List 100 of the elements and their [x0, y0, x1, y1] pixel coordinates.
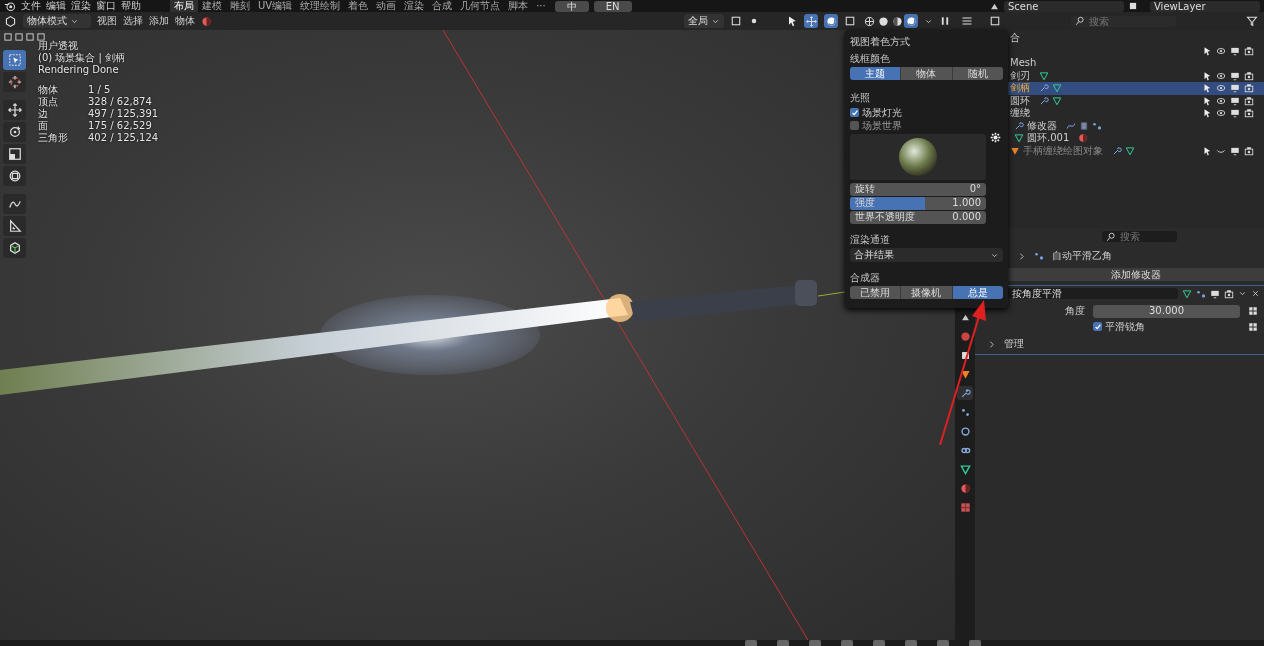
camera-icon[interactable]: [1244, 83, 1254, 94]
expand-icon[interactable]: [987, 339, 996, 349]
camera-icon[interactable]: [1244, 70, 1254, 81]
mode-dropdown[interactable]: 物体模式: [23, 14, 91, 28]
hdri-preview[interactable]: [850, 134, 986, 180]
nodes-icon[interactable]: [1092, 120, 1102, 131]
editor-type-icon[interactable]: [4, 14, 17, 28]
outliner-row[interactable]: 圆环.001: [955, 132, 1264, 145]
camera-icon[interactable]: [1244, 95, 1254, 106]
select-arrow-icon[interactable]: [1202, 145, 1212, 156]
shading-mode-button[interactable]: [890, 14, 904, 28]
workspace-tab[interactable]: 雕刻: [226, 0, 254, 12]
monitor-icon[interactable]: [1210, 288, 1220, 299]
eye-icon[interactable]: [1216, 95, 1226, 106]
menu-item[interactable]: 帮助: [121, 0, 141, 12]
overlay-toggle[interactable]: [824, 14, 838, 28]
monitor-icon[interactable]: [1230, 95, 1240, 106]
material-icon[interactable]: [1078, 133, 1089, 144]
logo-icon[interactable]: [4, 0, 16, 12]
settings-icon[interactable]: [990, 132, 1001, 143]
mesh-icon[interactable]: [1125, 145, 1135, 156]
workspace-tab[interactable]: 几何节点: [456, 0, 505, 12]
search-field[interactable]: 搜索: [1102, 231, 1177, 242]
eye-icon[interactable]: [1216, 45, 1226, 56]
outliner-row[interactable]: 圆环: [955, 94, 1264, 107]
option-button[interactable]: 物体: [901, 67, 953, 80]
outliner-row[interactable]: 手柄缠绕绘图对象: [955, 144, 1264, 157]
transform-tool-button[interactable]: [3, 166, 26, 186]
camera-icon[interactable]: [1224, 288, 1234, 299]
modifier-tab[interactable]: [957, 386, 973, 400]
monitor-icon[interactable]: [1230, 70, 1240, 81]
modifier-name-field[interactable]: 按角度平滑: [1008, 288, 1178, 299]
workspace-tab[interactable]: UV编辑: [254, 0, 297, 12]
menu-item[interactable]: 渲染: [71, 0, 91, 12]
scale-tool-button[interactable]: [3, 144, 26, 164]
subpanel-header[interactable]: 管理: [1004, 338, 1024, 350]
checkbox[interactable]: [1093, 322, 1102, 331]
checkbox-label[interactable]: 场景世界: [862, 119, 902, 132]
caret-icon[interactable]: [1238, 289, 1247, 298]
workspace-tab[interactable]: ···: [532, 0, 550, 12]
keyframe-icon[interactable]: [1248, 321, 1258, 332]
checkbox-label[interactable]: 平滑锐角: [1105, 320, 1145, 333]
measure-tool-button[interactable]: [3, 216, 26, 236]
expand-icon[interactable]: [1017, 251, 1026, 261]
workspace-tab[interactable]: 脚本: [504, 0, 533, 12]
menu-item[interactable]: 编辑: [46, 0, 66, 12]
add-modifier-button[interactable]: 添加修改器: [1008, 268, 1264, 281]
option-button[interactable]: 总是: [952, 286, 1003, 299]
view-layer-field[interactable]: ViewLayer: [1150, 0, 1260, 12]
menu-item[interactable]: 窗口: [96, 0, 116, 12]
modifier-icon[interactable]: [1112, 145, 1122, 156]
workspace-tab[interactable]: 动画: [372, 0, 401, 12]
pause-icon[interactable]: [939, 15, 951, 27]
eye-icon[interactable]: [1216, 108, 1226, 119]
workspace-tab[interactable]: 纹理绘制: [296, 0, 345, 12]
gizmo-toggle[interactable]: [804, 14, 818, 28]
add-tool-button[interactable]: [3, 238, 26, 258]
camera-icon[interactable]: [1244, 108, 1254, 119]
workspace-tab[interactable]: 着色: [344, 0, 373, 12]
checkbox-label[interactable]: 场景灯光: [862, 106, 902, 119]
shading-mode-button[interactable]: [862, 14, 876, 28]
curve-icon[interactable]: [1066, 120, 1076, 131]
camera-icon[interactable]: [1244, 45, 1254, 56]
select-tool-button[interactable]: [3, 50, 26, 70]
select-arrow-icon[interactable]: [1202, 95, 1212, 106]
outliner-row[interactable]: 修改器: [955, 119, 1264, 132]
camera-icon[interactable]: [1244, 145, 1254, 156]
number-field[interactable]: 30.000: [1093, 304, 1240, 318]
workspace-tab[interactable]: 建模: [198, 0, 226, 12]
shading-mode-button[interactable]: [904, 14, 918, 28]
close-icon[interactable]: [1251, 289, 1260, 298]
option-button[interactable]: 已禁用: [850, 286, 902, 299]
language-button[interactable]: 中: [554, 0, 589, 12]
menu-item[interactable]: 添加: [149, 15, 169, 27]
move-tool-button[interactable]: [3, 100, 26, 120]
modifier-name[interactable]: 自动平滑乙角: [1052, 250, 1112, 262]
select-arrow-icon[interactable]: [1202, 108, 1212, 119]
workspace-tab[interactable]: 布局: [170, 0, 198, 12]
mesh-icon[interactable]: [1052, 95, 1062, 106]
view-layer-icon[interactable]: [1128, 1, 1138, 11]
outliner-row[interactable]: 缠绕: [955, 107, 1264, 120]
render-pass-dropdown[interactable]: 合并结果: [850, 248, 1003, 262]
monitor-icon[interactable]: [1230, 145, 1240, 156]
rotate-tool-button[interactable]: [3, 122, 26, 142]
filter-icon[interactable]: [1246, 15, 1258, 27]
material-icon[interactable]: [201, 15, 212, 27]
orientation-dropdown[interactable]: 全局: [684, 14, 724, 28]
mesh-icon[interactable]: [1182, 288, 1192, 299]
checkbox[interactable]: [850, 121, 859, 130]
eye-icon[interactable]: [1216, 83, 1226, 94]
modifier-icon[interactable]: [1039, 95, 1049, 106]
data-tab[interactable]: [957, 462, 973, 476]
option-button[interactable]: 随机: [952, 67, 1003, 80]
cursor-tool-button[interactable]: [3, 72, 26, 92]
eye-icon[interactable]: [1216, 70, 1226, 81]
menu-item[interactable]: 文件: [21, 0, 41, 12]
monitor-icon[interactable]: [1230, 108, 1240, 119]
select-arrow-icon[interactable]: [1202, 83, 1212, 94]
menu-item[interactable]: 选择: [123, 15, 143, 27]
mesh-icon[interactable]: [1039, 70, 1049, 81]
